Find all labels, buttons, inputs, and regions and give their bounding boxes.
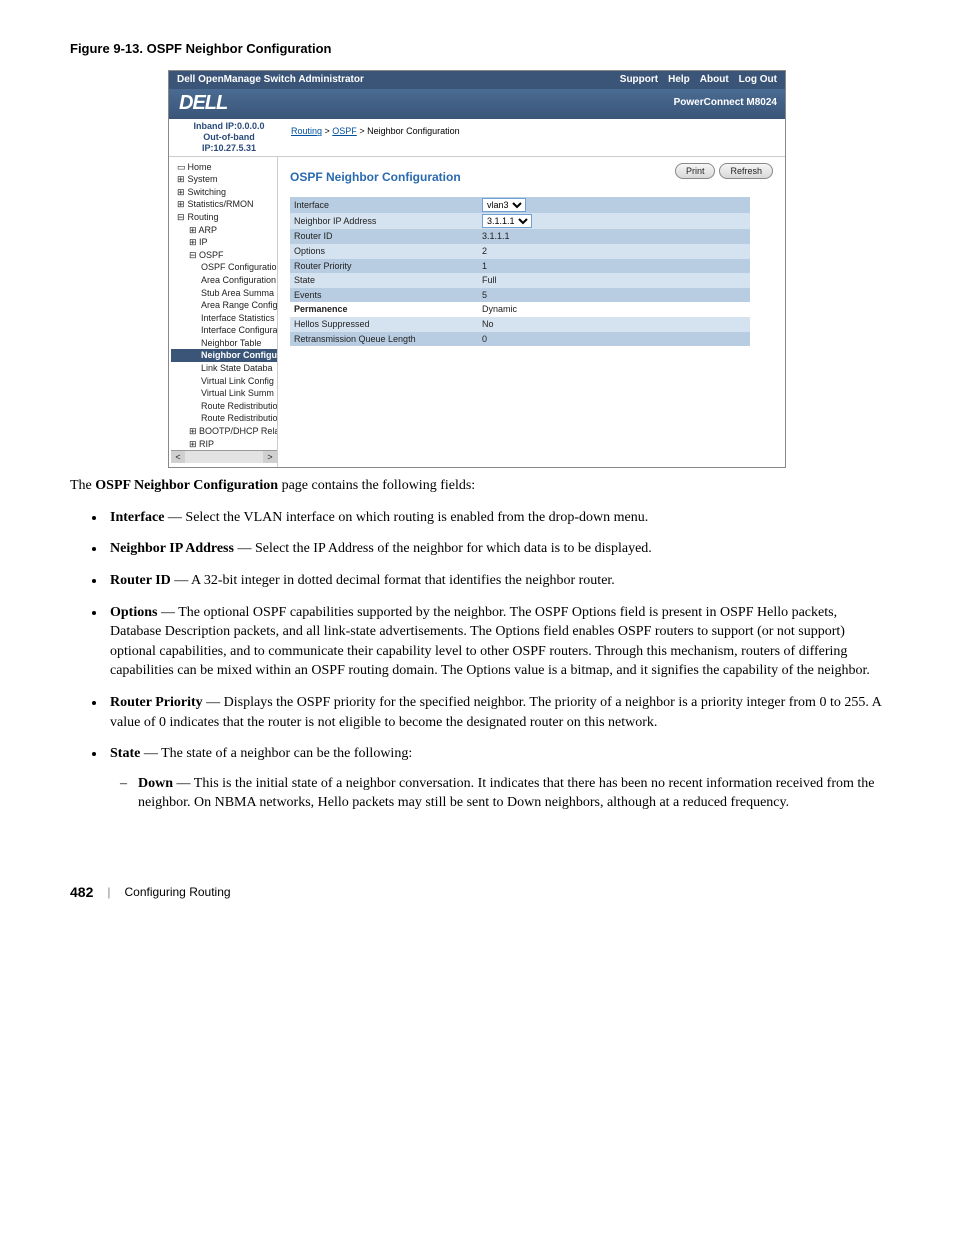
nav-neighbor-table[interactable]: Neighbor Table <box>171 337 277 350</box>
intro-text-a: The <box>70 478 95 493</box>
value-options: 2 <box>478 244 750 259</box>
top-links: Support Help About Log Out <box>620 73 777 87</box>
bullet-options: Options — The optional OSPF capabilities… <box>106 603 884 681</box>
ip-info: Inband IP:0.0.0.0 Out-of-band IP:10.27.5… <box>179 121 279 153</box>
link-logout[interactable]: Log Out <box>739 73 777 87</box>
bullet-interface: Interface — Select the VLAN interface on… <box>106 508 884 528</box>
label-neighbor-ip: Neighbor IP Address <box>290 213 478 229</box>
inband-ip: Inband IP:0.0.0.0 <box>179 121 279 132</box>
crumb-ospf[interactable]: OSPF <box>332 126 357 136</box>
nav-ip[interactable]: ⊞ IP <box>171 236 277 249</box>
nav-route-redist1[interactable]: Route Redistributio <box>171 400 277 413</box>
nav-vlink-config[interactable]: Virtual Link Config <box>171 375 277 388</box>
app-title: Dell OpenManage Switch Administrator <box>177 73 364 87</box>
label-options: Options <box>290 244 478 259</box>
nav-scroll-left[interactable]: < <box>171 451 185 463</box>
main-panel: Print Refresh OSPF Neighbor Configuratio… <box>278 157 785 468</box>
dell-logo: DELL <box>179 89 227 117</box>
nav-ospf[interactable]: ⊟ OSPF <box>171 249 277 262</box>
value-permanence: Dynamic <box>478 302 750 317</box>
label-interface: Interface <box>290 197 478 213</box>
subbullet-down: Down — This is the initial state of a ne… <box>138 774 884 813</box>
nav-system[interactable]: ⊞ System <box>171 173 277 186</box>
value-retx: 0 <box>478 332 750 347</box>
footer-divider: | <box>107 884 110 901</box>
link-support[interactable]: Support <box>620 73 658 87</box>
link-about[interactable]: About <box>700 73 729 87</box>
footer-section: Configuring Routing <box>124 884 230 901</box>
label-events: Events <box>290 288 478 303</box>
value-router-id: 3.1.1.1 <box>478 229 750 244</box>
label-state: State <box>290 273 478 288</box>
nav-stub-area[interactable]: Stub Area Summa <box>171 287 277 300</box>
value-events: 5 <box>478 288 750 303</box>
nav-switching[interactable]: ⊞ Switching <box>171 186 277 199</box>
figure-caption: Figure 9-13. OSPF Neighbor Configuration <box>70 40 884 58</box>
nav-route-redist2[interactable]: Route Redistributio <box>171 412 277 425</box>
nav-stats[interactable]: ⊞ Statistics/RMON <box>171 198 277 211</box>
crumb-routing[interactable]: Routing <box>291 126 322 136</box>
nav-bootp[interactable]: ⊞ BOOTP/DHCP Relay <box>171 425 277 438</box>
bullet-neighbor-ip: Neighbor IP Address — Select the IP Addr… <box>106 539 884 559</box>
nav-lsdb[interactable]: Link State Databa <box>171 362 277 375</box>
form-table: Interfacevlan3 Neighbor IP Address3.1.1.… <box>290 197 750 346</box>
intro-text-b: OSPF Neighbor Configuration <box>95 478 278 493</box>
refresh-button[interactable]: Refresh <box>719 163 773 180</box>
nav-routing[interactable]: ⊟ Routing <box>171 211 277 224</box>
nav-tree[interactable]: ▭ Home ⊞ System ⊞ Switching ⊞ Statistics… <box>169 157 278 468</box>
nav-scrollbar[interactable]: < > <box>171 450 277 463</box>
logo-bar: DELL PowerConnect M8024 <box>169 89 785 119</box>
breadcrumb: Routing > OSPF > Neighbor Configuration <box>279 121 460 153</box>
crumb-current: Neighbor Configuration <box>367 126 460 136</box>
page-footer: 482 | Configuring Routing <box>70 883 884 903</box>
nav-area-config[interactable]: Area Configuration <box>171 274 277 287</box>
nav-ospf-config[interactable]: OSPF Configuratio <box>171 261 277 274</box>
print-button[interactable]: Print <box>675 163 716 180</box>
select-interface[interactable]: vlan3 <box>482 198 526 212</box>
field-list: Interface — Select the VLAN interface on… <box>106 508 884 813</box>
page-number: 482 <box>70 883 93 903</box>
nav-rip[interactable]: ⊞ RIP <box>171 438 277 451</box>
nav-scroll-right[interactable]: > <box>263 451 277 463</box>
bullet-router-priority: Router Priority — Displays the OSPF prio… <box>106 693 884 732</box>
intro-text-c: page contains the following fields: <box>278 478 475 493</box>
nav-home[interactable]: ▭ Home <box>171 161 277 174</box>
oob-ip: Out-of-band IP:10.27.5.31 <box>179 132 279 154</box>
label-permanence: Permanence <box>290 302 478 317</box>
bullet-router-id: Router ID — A 32-bit integer in dotted d… <box>106 571 884 591</box>
label-retx: Retransmission Queue Length <box>290 332 478 347</box>
nav-iface-stats[interactable]: Interface Statistics <box>171 312 277 325</box>
title-bar: Dell OpenManage Switch Administrator Sup… <box>169 71 785 89</box>
nav-arp[interactable]: ⊞ ARP <box>171 224 277 237</box>
select-neighbor-ip[interactable]: 3.1.1.1 <box>482 214 532 228</box>
label-router-priority: Router Priority <box>290 259 478 274</box>
value-router-priority: 1 <box>478 259 750 274</box>
body-text: The OSPF Neighbor Configuration page con… <box>70 476 884 813</box>
nav-iface-config[interactable]: Interface Configura <box>171 324 277 337</box>
label-hellos: Hellos Suppressed <box>290 317 478 332</box>
link-help[interactable]: Help <box>668 73 690 87</box>
value-state: Full <box>478 273 750 288</box>
nav-neighbor-config[interactable]: Neighbor Configu <box>171 349 277 362</box>
bullet-state: State — The state of a neighbor can be t… <box>106 744 884 813</box>
nav-vlink-summ[interactable]: Virtual Link Summ <box>171 387 277 400</box>
value-hellos: No <box>478 317 750 332</box>
ip-breadcrumb-bar: Inband IP:0.0.0.0 Out-of-band IP:10.27.5… <box>169 119 785 156</box>
product-name: PowerConnect M8024 <box>674 96 777 110</box>
nav-area-range[interactable]: Area Range Config <box>171 299 277 312</box>
screenshot-window: Dell OpenManage Switch Administrator Sup… <box>168 70 786 468</box>
label-router-id: Router ID <box>290 229 478 244</box>
